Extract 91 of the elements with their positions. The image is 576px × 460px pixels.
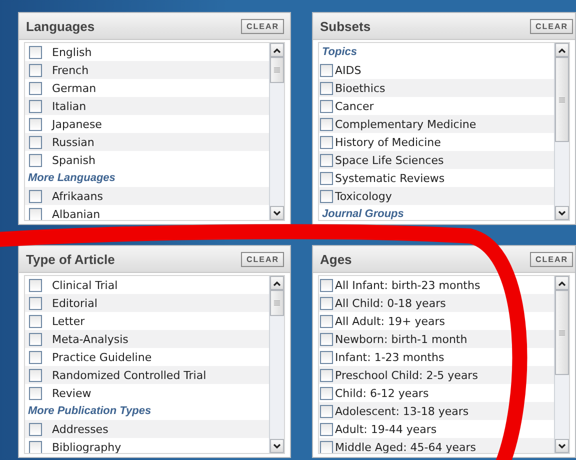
option-label[interactable]: Practice Guideline xyxy=(52,350,152,364)
option-label[interactable]: Cancer xyxy=(335,100,374,112)
clear-button[interactable]: CLEAR xyxy=(241,18,284,34)
checkbox[interactable] xyxy=(29,64,42,76)
checkbox[interactable] xyxy=(320,404,333,418)
checkbox[interactable] xyxy=(320,278,333,292)
checkbox[interactable] xyxy=(29,422,42,436)
scroll-thumb[interactable] xyxy=(270,57,284,83)
option-label[interactable]: Bibliography xyxy=(52,440,122,453)
option-label[interactable]: Letter xyxy=(52,314,85,328)
checkbox[interactable] xyxy=(320,296,333,310)
clear-button[interactable]: CLEAR xyxy=(530,18,573,34)
scroll-down-icon[interactable] xyxy=(558,210,566,216)
checkbox[interactable] xyxy=(320,82,333,94)
checkbox[interactable] xyxy=(29,82,42,94)
checkbox[interactable] xyxy=(320,350,333,364)
panel-title: Languages xyxy=(26,18,95,34)
option-label[interactable]: Clinical Trial xyxy=(52,278,118,292)
option-label[interactable]: History of Medicine xyxy=(335,136,441,148)
checkbox[interactable] xyxy=(320,64,333,76)
checkbox[interactable] xyxy=(320,136,333,148)
scrollbar[interactable] xyxy=(554,43,569,220)
option-label[interactable]: Spanish xyxy=(52,154,96,166)
option-label[interactable]: All Adult: 19+ years xyxy=(335,314,445,328)
scroll-thumb[interactable] xyxy=(555,290,569,375)
option-label[interactable]: Editorial xyxy=(52,296,98,310)
option-label[interactable]: Russian xyxy=(52,136,94,148)
clear-button[interactable]: CLEAR xyxy=(241,252,284,266)
checkbox[interactable] xyxy=(29,350,42,364)
checkbox[interactable] xyxy=(320,440,333,453)
checkbox[interactable] xyxy=(320,386,333,400)
panel-title: Ages xyxy=(320,252,352,266)
scrollbar[interactable] xyxy=(554,276,569,453)
checkbox[interactable] xyxy=(320,422,333,436)
group-heading: More Publication Types xyxy=(27,404,152,419)
checkbox[interactable] xyxy=(29,46,42,58)
option-label[interactable]: Bioethics xyxy=(335,82,386,94)
checkbox[interactable] xyxy=(320,368,333,382)
checkbox[interactable] xyxy=(320,154,333,166)
panel-title: Type of Article xyxy=(26,252,115,266)
checkbox[interactable] xyxy=(29,368,42,382)
option-label[interactable]: English xyxy=(52,46,92,58)
option-label[interactable]: Italian xyxy=(52,100,86,112)
checkbox[interactable] xyxy=(29,386,42,400)
group-heading: Topics xyxy=(321,45,358,60)
checkbox[interactable] xyxy=(29,314,42,328)
checkbox[interactable] xyxy=(29,154,42,166)
scroll-up-icon[interactable] xyxy=(558,280,566,286)
option-label[interactable]: Toxicology xyxy=(335,190,392,202)
scrollbar[interactable] xyxy=(269,276,284,453)
option-label[interactable]: Infant: 1-23 months xyxy=(335,350,444,364)
scroll-thumb[interactable] xyxy=(555,57,569,142)
option-label[interactable]: Adult: 19-44 years xyxy=(335,422,437,436)
scrollbar[interactable] xyxy=(269,43,284,220)
checkbox[interactable] xyxy=(29,190,42,202)
checkbox[interactable] xyxy=(320,100,333,112)
checkbox[interactable] xyxy=(320,314,333,328)
option-label[interactable]: Child: 6-12 years xyxy=(335,386,429,400)
group-heading: More Languages xyxy=(27,171,116,186)
option-label[interactable]: Systematic Reviews xyxy=(335,172,445,184)
panel-title: Subsets xyxy=(320,18,371,34)
checkbox[interactable] xyxy=(29,100,42,112)
option-label[interactable]: All Infant: birth-23 months xyxy=(335,278,480,292)
scroll-up-icon[interactable] xyxy=(273,48,281,52)
scroll-thumb[interactable] xyxy=(270,290,284,316)
option-label[interactable]: Afrikaans xyxy=(52,190,103,202)
checkbox[interactable] xyxy=(320,190,333,202)
option-label[interactable]: Japanese xyxy=(52,118,102,130)
scroll-up-icon[interactable] xyxy=(558,48,566,52)
scroll-down-icon[interactable] xyxy=(558,444,566,448)
checkbox[interactable] xyxy=(29,296,42,310)
scroll-down-icon[interactable] xyxy=(273,210,281,216)
clear-button[interactable]: CLEAR xyxy=(530,252,573,266)
checkbox[interactable] xyxy=(320,332,333,346)
option-label[interactable]: AIDS xyxy=(335,64,362,76)
option-label[interactable]: French xyxy=(52,64,89,76)
checkbox[interactable] xyxy=(320,172,333,184)
option-label[interactable]: Albanian xyxy=(52,208,100,220)
checkbox[interactable] xyxy=(29,332,42,346)
scroll-up-icon[interactable] xyxy=(273,280,281,286)
checkbox[interactable] xyxy=(320,118,333,130)
option-label[interactable]: Review xyxy=(52,386,92,400)
checkbox[interactable] xyxy=(29,440,42,453)
checkbox[interactable] xyxy=(29,136,42,148)
group-heading: Journal Groups xyxy=(321,207,405,220)
checkbox[interactable] xyxy=(29,278,42,292)
option-label[interactable]: Addresses xyxy=(52,422,108,436)
checkbox[interactable] xyxy=(29,118,42,130)
option-label[interactable]: German xyxy=(52,82,96,94)
checkbox[interactable] xyxy=(29,208,42,220)
scroll-down-icon[interactable] xyxy=(273,444,281,448)
